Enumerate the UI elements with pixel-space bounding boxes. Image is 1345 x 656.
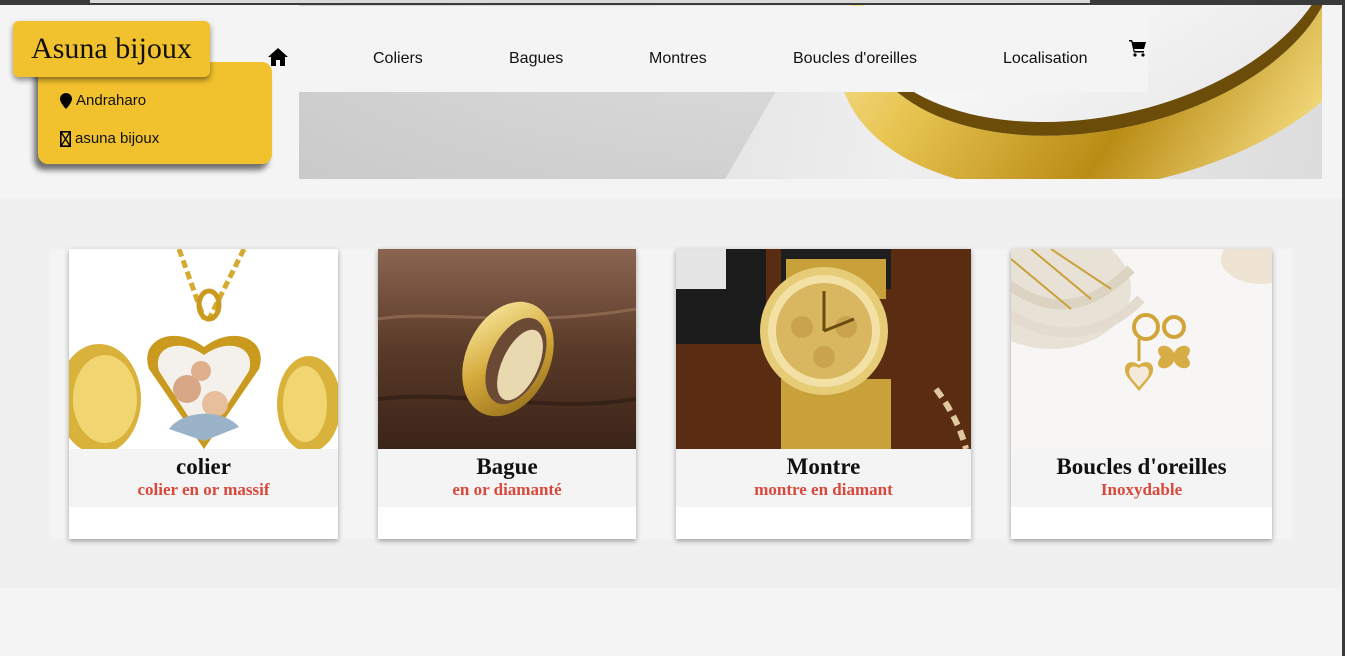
necklace-image bbox=[69, 249, 338, 449]
product-title: colier bbox=[176, 454, 231, 479]
social-line[interactable]: asuna bijoux bbox=[60, 130, 159, 147]
product-subtitle: montre en diamant bbox=[754, 480, 893, 499]
earrings-image bbox=[1011, 249, 1272, 449]
social-text: asuna bijoux bbox=[75, 130, 160, 147]
ring-image bbox=[378, 249, 636, 449]
product-title: Montre bbox=[786, 454, 861, 479]
product-card-colier[interactable]: colier colier en or massif bbox=[69, 249, 338, 539]
brand-logo[interactable]: Asuna bijoux bbox=[13, 21, 210, 77]
cart-icon[interactable] bbox=[1129, 39, 1147, 57]
map-pin-icon bbox=[60, 92, 72, 109]
product-title: Boucles d'oreilles bbox=[1056, 454, 1227, 479]
home-icon[interactable] bbox=[268, 48, 288, 66]
page-footer-area bbox=[0, 588, 1342, 656]
location-text: Andraharo bbox=[76, 92, 147, 109]
nav-item-coliers[interactable]: Coliers bbox=[373, 50, 423, 68]
product-card-boucles[interactable]: Boucles d'oreilles Inoxydable bbox=[1011, 249, 1272, 539]
product-card-bague[interactable]: Bague en or diamanté bbox=[378, 249, 636, 539]
contact-card: Andraharo asuna bijoux bbox=[38, 62, 272, 164]
location-line: Andraharo bbox=[60, 92, 146, 109]
products-section: colier colier en or massif Bague en or d… bbox=[0, 198, 1342, 588]
nav-item-bagues[interactable]: Bagues bbox=[509, 50, 563, 68]
nav-item-localisation[interactable]: Localisation bbox=[1003, 50, 1088, 68]
product-subtitle: en or diamanté bbox=[452, 480, 562, 499]
nav-item-boucles[interactable]: Boucles d'oreilles bbox=[793, 50, 917, 68]
missing-glyph-icon bbox=[60, 130, 71, 147]
nav-item-montres[interactable]: Montres bbox=[649, 50, 707, 68]
watch-image bbox=[676, 249, 971, 449]
product-title: Bague bbox=[476, 454, 538, 479]
product-subtitle: colier en or massif bbox=[137, 480, 270, 499]
product-subtitle: Inoxydable bbox=[1100, 480, 1183, 499]
product-card-montre[interactable]: Montre montre en diamant bbox=[676, 249, 971, 539]
